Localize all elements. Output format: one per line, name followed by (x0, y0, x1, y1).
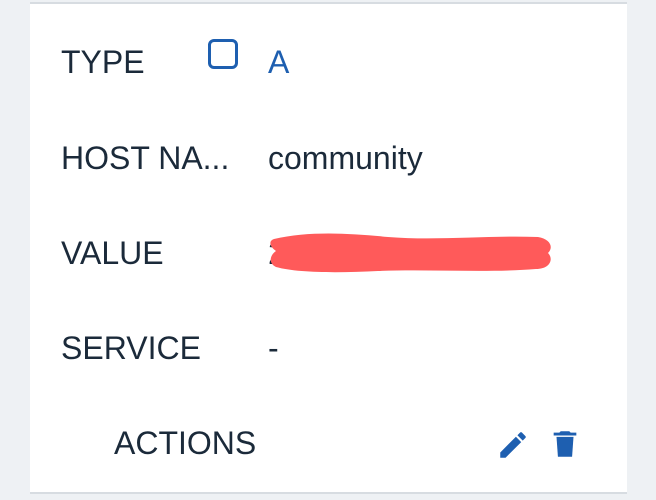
dns-record-card: TYPE A HOST NA... community VALUE 2 SERV… (30, 2, 627, 494)
value-label: VALUE (61, 235, 164, 271)
actions-label: ACTIONS (114, 425, 257, 461)
type-label: TYPE (61, 44, 145, 80)
actions-row: ACTIONS (30, 413, 627, 473)
checkbox-icon[interactable] (208, 39, 238, 69)
pencil-icon[interactable] (496, 428, 530, 462)
host-name-row: HOST NA... community (30, 128, 627, 188)
type-value-link[interactable]: A (268, 32, 289, 92)
redaction-scribble (270, 233, 551, 273)
host-name-value: community (268, 140, 423, 176)
host-name-label: HOST NA... (61, 140, 230, 176)
service-label: SERVICE (61, 330, 201, 366)
type-row: TYPE (30, 32, 627, 92)
trash-icon[interactable] (548, 427, 582, 461)
service-value: - (268, 330, 279, 366)
service-row: SERVICE - (30, 318, 627, 378)
